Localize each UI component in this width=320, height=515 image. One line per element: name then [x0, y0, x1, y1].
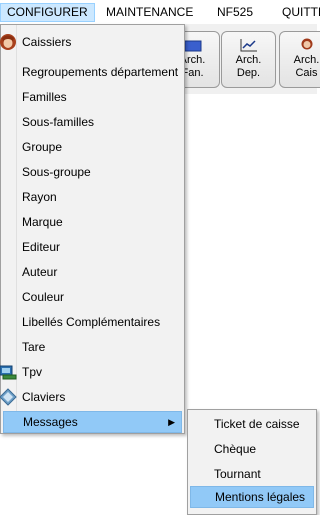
menu-item-label: Tare	[22, 340, 46, 354]
menu-item-editeur[interactable]: Editeur	[3, 236, 182, 258]
menu-quitter[interactable]: QUITTE	[276, 3, 320, 22]
menu-item-marque[interactable]: Marque	[3, 211, 182, 233]
menu-item-label: Caissiers	[22, 35, 72, 49]
menu-item-auteur[interactable]: Auteur	[3, 261, 182, 283]
toolbar-button-label-1: Arch.	[293, 54, 320, 66]
menu-item-label: Rayon	[22, 190, 57, 204]
menu-bar: CONFIGURER MAINTENANCE NF525 QUITTE	[0, 0, 320, 25]
menu-item-sous-familles[interactable]: Sous-familles	[3, 111, 182, 133]
cashier-avatar-icon	[301, 38, 312, 50]
menu-item-sous-groupe[interactable]: Sous-groupe	[3, 161, 182, 183]
menu-maintenance[interactable]: MAINTENANCE	[100, 3, 199, 22]
menu-item-regroupements-departement[interactable]: Regroupements département	[3, 61, 182, 83]
submenu-item-label: Chèque	[214, 442, 257, 456]
menu-item-label: Tpv	[22, 365, 43, 379]
submenu-item-cheque[interactable]: Chèque	[190, 438, 314, 460]
menu-item-label: Claviers	[22, 390, 66, 404]
menu-item-label: Sous-groupe	[22, 165, 91, 179]
menu-configurer[interactable]: CONFIGURER	[0, 3, 95, 22]
menu-item-label: Regroupements département	[22, 65, 179, 79]
menu-item-label: Familles	[22, 90, 67, 104]
menu-nf525[interactable]: NF525	[211, 3, 259, 22]
keyboard-icon	[0, 388, 17, 406]
toolbar-button-label-1: Arch.	[235, 54, 262, 66]
menu-item-familles[interactable]: Familles	[3, 86, 182, 108]
submenu-item-mentions-legales[interactable]: Mentions légales	[190, 486, 314, 508]
chart-icon	[240, 39, 257, 52]
menu-item-label: Editeur	[22, 240, 61, 254]
menu-item-messages[interactable]: Messages ▶	[3, 411, 182, 433]
toolbar-button-label-2: Cais	[295, 67, 318, 79]
toolbar-button-arch-dep[interactable]: Arch. Dep.	[221, 31, 276, 88]
menu-item-label: Marque	[22, 215, 63, 229]
menu-item-label: Messages	[23, 415, 78, 429]
submenu-arrow-icon: ▶	[168, 417, 175, 427]
folder-icon	[184, 40, 201, 52]
submenu-item-label: Tournant	[214, 467, 261, 481]
menu-item-libelles-complementaires[interactable]: Libellés Complémentaires	[3, 311, 182, 333]
submenu-item-label: Mentions légales	[215, 490, 306, 504]
menu-item-tpv[interactable]: Tpv	[0, 361, 182, 383]
menu-item-label: Sous-familles	[22, 115, 95, 129]
menu-item-tare[interactable]: Tare	[3, 336, 182, 358]
submenu-item-ticket-de-caisse[interactable]: Ticket de caisse	[190, 413, 314, 435]
menu-item-claviers[interactable]: Claviers	[0, 386, 182, 408]
submenu-item-label: Ticket de caisse	[214, 417, 300, 431]
menu-item-rayon[interactable]: Rayon	[3, 186, 182, 208]
cashier-avatar-icon	[0, 34, 16, 50]
menu-item-label: Groupe	[22, 140, 63, 154]
toolbar-button-label-2: Dep.	[236, 67, 261, 79]
menu-item-label: Couleur	[22, 290, 65, 304]
menu-item-groupe[interactable]: Groupe	[3, 136, 182, 158]
pos-terminal-icon	[0, 365, 17, 380]
toolbar-button-arch-cais[interactable]: Arch. Cais	[279, 31, 320, 88]
configurer-dropdown-menu: Caissiers Regroupements département Fami…	[0, 24, 185, 434]
menu-item-label: Auteur	[22, 265, 58, 279]
menu-item-caissiers[interactable]: Caissiers	[0, 31, 182, 53]
submenu-item-tournant[interactable]: Tournant	[190, 463, 314, 485]
menu-item-label: Libellés Complémentaires	[22, 315, 161, 329]
menu-item-couleur[interactable]: Couleur	[3, 286, 182, 308]
messages-submenu: Ticket de caisse Chèque Tournant Mention…	[187, 409, 317, 515]
